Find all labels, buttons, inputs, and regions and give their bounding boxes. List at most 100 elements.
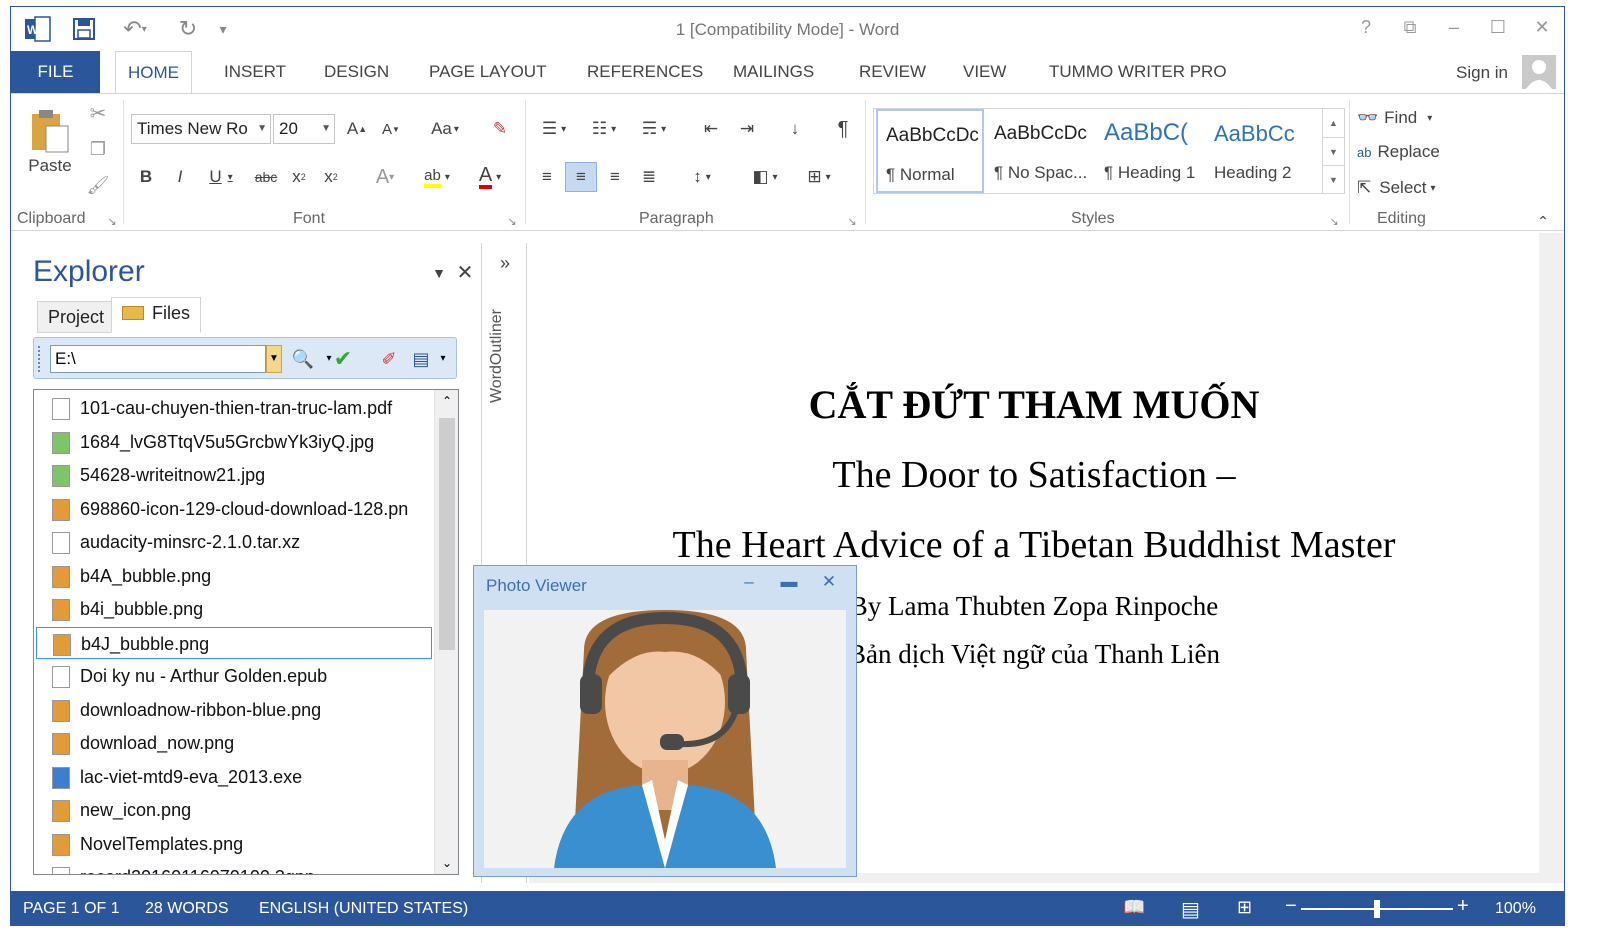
- help-icon[interactable]: ?: [1351, 17, 1381, 43]
- find-button[interactable]: 👓 Find ▾: [1357, 104, 1453, 132]
- sort-icon[interactable]: ↓: [781, 116, 809, 142]
- expand-outliner-icon[interactable]: »: [494, 251, 516, 275]
- bullets-icon[interactable]: ☰ ▾: [533, 116, 575, 142]
- style-normal[interactable]: AaBbCcDc ¶ Normal: [876, 109, 984, 193]
- multilevel-list-icon[interactable]: ☴ ▾: [633, 116, 675, 142]
- align-center-icon[interactable]: ≡: [565, 162, 597, 192]
- tab-tummo-writer-pro[interactable]: TUMMO WRITER PRO: [1037, 51, 1239, 93]
- font-name-combo[interactable]: Times New Ro ▼: [131, 114, 271, 144]
- browse-folder-icon[interactable]: 🔍: [290, 346, 316, 372]
- file-list-scrollbar[interactable]: ⌃ ⌄: [434, 390, 458, 874]
- tab-view[interactable]: VIEW: [951, 51, 1018, 93]
- tab-design[interactable]: DESIGN: [312, 51, 401, 93]
- checkmark-icon[interactable]: ✔: [330, 346, 356, 372]
- replace-button[interactable]: ab Replace: [1357, 138, 1457, 166]
- cut-icon[interactable]: ✂: [85, 100, 111, 126]
- tab-insert[interactable]: INSERT: [212, 51, 298, 93]
- file-list-item[interactable]: NovelTemplates.png: [36, 828, 432, 860]
- styles-more-icon[interactable]: ▼: [1323, 165, 1344, 193]
- zoom-slider-thumb[interactable]: [1374, 900, 1380, 918]
- minimize-icon[interactable]: –: [1439, 17, 1469, 43]
- styles-launcher-icon[interactable]: ↘: [1327, 214, 1341, 228]
- copy-icon[interactable]: ❐: [85, 136, 111, 162]
- photo-viewer-maximize-icon[interactable]: ▬: [774, 572, 804, 596]
- file-list-item[interactable]: audacity-minsrc-2.1.0.tar.xz: [36, 526, 432, 558]
- sign-in-link[interactable]: Sign in: [1456, 63, 1508, 83]
- increase-indent-icon[interactable]: ⇥: [733, 116, 761, 142]
- explorer-close-icon[interactable]: ✕: [453, 259, 477, 285]
- numbering-icon[interactable]: ☷ ▾: [583, 116, 625, 142]
- font-size-combo[interactable]: 20 ▼: [273, 114, 335, 144]
- styles-down-icon[interactable]: ▼: [1323, 137, 1344, 165]
- line-spacing-icon[interactable]: ↕ ▾: [681, 164, 723, 190]
- superscript-icon[interactable]: x2: [319, 164, 343, 190]
- format-painter-icon[interactable]: 🖌: [85, 172, 111, 198]
- align-right-icon[interactable]: ≡: [601, 164, 629, 190]
- zoom-out-icon[interactable]: −: [1285, 895, 1297, 918]
- file-list-item[interactable]: b4i_bubble.png: [36, 593, 432, 625]
- font-launcher-icon[interactable]: ↘: [505, 214, 519, 228]
- file-list-item[interactable]: b4A_bubble.png: [36, 560, 432, 592]
- avatar[interactable]: [1522, 55, 1556, 89]
- shading-icon[interactable]: ◧ ▾: [743, 164, 787, 190]
- file-list-item[interactable]: b4J_bubble.png: [36, 626, 432, 659]
- grow-font-icon[interactable]: A ▲: [345, 116, 369, 142]
- clear-formatting-icon[interactable]: ✎: [487, 116, 513, 142]
- file-list-item[interactable]: downloadnow-ribbon-blue.png: [36, 694, 432, 726]
- strikethrough-icon[interactable]: abc: [251, 164, 281, 190]
- zoom-in-icon[interactable]: +: [1457, 895, 1469, 918]
- web-layout-icon[interactable]: ⊞: [1237, 897, 1252, 918]
- tab-files[interactable]: Files: [111, 297, 202, 333]
- style-heading-2[interactable]: AaBbCc Heading 2: [1206, 109, 1314, 193]
- tab-references[interactable]: REFERENCES: [575, 51, 715, 93]
- file-list-item[interactable]: 1684_lvG8TtqV5u5GrcbwYk3iyQ.jpg: [36, 426, 432, 458]
- tab-page-layout[interactable]: PAGE LAYOUT: [417, 51, 558, 93]
- file-list-item[interactable]: 54628-writeitnow21.jpg: [36, 459, 432, 491]
- justify-icon[interactable]: ≣: [635, 164, 663, 190]
- path-dropdown-icon[interactable]: ▼: [266, 345, 282, 373]
- align-left-icon[interactable]: ≡: [533, 164, 561, 190]
- close-icon[interactable]: ✕: [1527, 17, 1557, 43]
- photo-viewer-window[interactable]: Photo Viewer – ▬ ✕: [473, 565, 857, 877]
- italic-icon[interactable]: I: [169, 164, 191, 190]
- font-color-icon[interactable]: A ▾: [469, 164, 511, 190]
- shrink-font-icon[interactable]: A ▼: [379, 116, 403, 142]
- tab-review[interactable]: REVIEW: [847, 51, 938, 93]
- file-list-item[interactable]: 101-cau-chuyen-thien-tran-truc-lam.pdf: [36, 392, 432, 424]
- path-input[interactable]: [50, 345, 266, 373]
- select-button[interactable]: ⇱ Select ▾: [1357, 174, 1457, 202]
- bold-icon[interactable]: B: [135, 164, 157, 190]
- file-list-item[interactable]: record20160116070100.3gpp: [36, 861, 432, 874]
- scroll-up-icon[interactable]: ⌃: [435, 394, 458, 408]
- print-layout-icon[interactable]: ▤: [1181, 897, 1200, 922]
- eraser-icon[interactable]: ✐: [376, 346, 402, 372]
- clipboard-launcher-icon[interactable]: ↘: [105, 214, 119, 228]
- scroll-thumb[interactable]: [439, 418, 455, 650]
- tab-home[interactable]: HOME: [115, 51, 192, 94]
- maximize-icon[interactable]: ☐: [1483, 17, 1513, 43]
- file-list-item[interactable]: new_icon.png: [36, 794, 432, 826]
- word-count[interactable]: 28 WORDS: [145, 900, 229, 918]
- read-mode-icon[interactable]: 📖: [1123, 897, 1145, 918]
- language-indicator[interactable]: ENGLISH (UNITED STATES): [259, 900, 468, 918]
- page-count[interactable]: PAGE 1 OF 1: [23, 900, 120, 918]
- styles-up-icon[interactable]: ▲: [1323, 109, 1344, 137]
- zoom-level[interactable]: 100%: [1495, 900, 1536, 918]
- photo-viewer-minimize-icon[interactable]: –: [734, 572, 764, 596]
- file-list-item[interactable]: download_now.png: [36, 727, 432, 759]
- file-list-item[interactable]: Doi ky nu - Arthur Golden.epub: [36, 660, 432, 692]
- explorer-menu-icon[interactable]: ▼: [427, 261, 451, 285]
- highlight-color-icon[interactable]: ab ▾: [415, 164, 459, 190]
- show-formatting-marks-icon[interactable]: ¶: [829, 116, 857, 142]
- photo-viewer-close-icon[interactable]: ✕: [814, 572, 844, 596]
- tab-project[interactable]: Project: [37, 301, 116, 333]
- collapse-ribbon-icon[interactable]: ⌃: [1533, 212, 1553, 230]
- underline-icon[interactable]: U ▾: [201, 164, 241, 190]
- change-case-button[interactable]: Aa ▾: [423, 116, 467, 142]
- zoom-slider[interactable]: [1301, 900, 1453, 918]
- subscript-icon[interactable]: x2: [287, 164, 311, 190]
- borders-icon[interactable]: ⊞ ▾: [797, 164, 841, 190]
- file-list-item[interactable]: 698860-icon-129-cloud-download-128.pn: [36, 493, 432, 525]
- text-effects-icon[interactable]: A ▾: [365, 164, 405, 190]
- decrease-indent-icon[interactable]: ⇤: [697, 116, 725, 142]
